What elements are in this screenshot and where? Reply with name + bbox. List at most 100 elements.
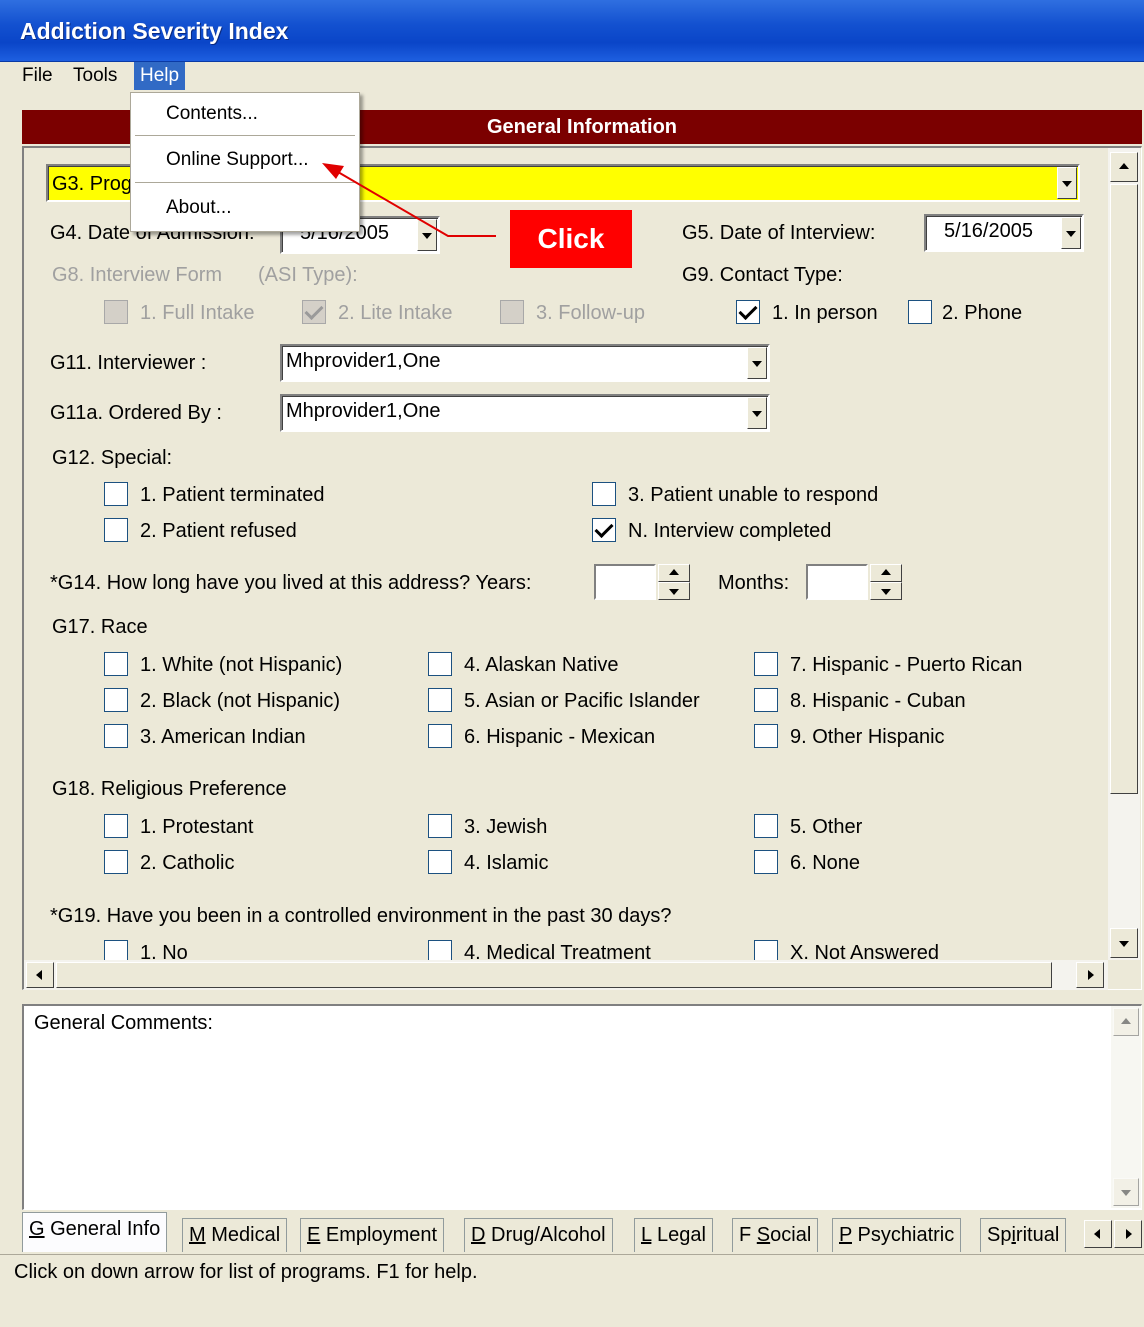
tab-drug-alcohol-key: D xyxy=(471,1224,486,1246)
tab-social[interactable]: F Social xyxy=(732,1218,819,1252)
months-spin-down[interactable] xyxy=(870,582,902,600)
g17-white-checkbox[interactable] xyxy=(104,652,128,676)
g17-mexican-checkbox[interactable] xyxy=(428,724,452,748)
arrow-right-icon xyxy=(1126,1229,1132,1239)
g18-other-checkbox[interactable] xyxy=(754,814,778,838)
arrow-down-icon xyxy=(1119,941,1129,947)
tab-medical[interactable]: M Medical xyxy=(182,1218,288,1252)
tab-psychiatric-key: P xyxy=(839,1224,852,1246)
g18-protestant-checkbox[interactable] xyxy=(104,814,128,838)
tab-general-info[interactable]: G General Info xyxy=(22,1212,168,1252)
months-input[interactable] xyxy=(806,564,868,600)
chevron-down-icon xyxy=(1062,181,1072,187)
arrow-down-icon xyxy=(1121,1190,1131,1196)
g8-full-intake-checkbox[interactable] xyxy=(104,300,128,324)
tab-psychiatric[interactable]: P Psychiatric xyxy=(832,1218,962,1252)
menu-separator xyxy=(135,135,355,136)
status-text: Click on down arrow for list of programs… xyxy=(14,1261,478,1283)
g17-black-checkbox[interactable] xyxy=(104,688,128,712)
chevron-down-icon xyxy=(752,361,762,367)
g17-asian-checkbox[interactable] xyxy=(428,688,452,712)
tab-spiritual[interactable]: Spiritual xyxy=(980,1218,1067,1252)
g8-follow-up-checkbox[interactable] xyxy=(500,300,524,324)
tab-psychiatric-label: Psychiatric xyxy=(851,1224,955,1246)
years-spin-down[interactable] xyxy=(658,582,690,600)
g12-patient-refused-checkbox[interactable] xyxy=(104,518,128,542)
g8-label: G8. Interview Form xyxy=(52,264,223,286)
interviewer-value: Mhprovider1,One xyxy=(286,350,441,372)
interview-date-picker[interactable]: 5/16/2005 xyxy=(924,214,1084,252)
ordered-by-combo[interactable]: Mhprovider1,One xyxy=(280,394,770,432)
tab-scroll-left[interactable] xyxy=(1084,1220,1112,1248)
menu-file[interactable]: File xyxy=(16,62,59,90)
arrow-up-icon xyxy=(1121,1018,1131,1024)
g17-alaskan-native-checkbox[interactable] xyxy=(428,652,452,676)
g12-label: G12. Special: xyxy=(52,447,173,469)
g9-in-person-checkbox[interactable] xyxy=(736,300,760,324)
tab-drug-alcohol[interactable]: D Drug/Alcohol xyxy=(464,1218,613,1252)
g17-cuban-checkbox[interactable] xyxy=(754,688,778,712)
comments-scrollbar[interactable] xyxy=(1111,1006,1141,1208)
g17-other-hispanic-checkbox[interactable] xyxy=(754,724,778,748)
click-callout: Click xyxy=(510,210,632,268)
tab-legal[interactable]: L Legal xyxy=(634,1218,713,1252)
menu-help[interactable]: Help xyxy=(134,62,186,90)
years-input[interactable] xyxy=(594,564,656,600)
comments-scroll-down[interactable] xyxy=(1113,1178,1139,1206)
menu-item-about[interactable]: About... xyxy=(166,197,232,219)
g12-patient-refused-label: 2. Patient refused xyxy=(140,520,297,542)
arrow-up-icon xyxy=(1119,163,1129,169)
g17-black-label: 2. Black (not Hispanic) xyxy=(140,690,341,712)
g18-catholic-checkbox[interactable] xyxy=(104,850,128,874)
tab-social-label: ocial xyxy=(770,1224,812,1246)
g9-label: G9. Contact Type: xyxy=(682,264,843,286)
g17-puerto-rican-checkbox[interactable] xyxy=(754,652,778,676)
menu-item-online-support[interactable]: Online Support... xyxy=(166,149,309,171)
interviewer-dropdown[interactable] xyxy=(747,347,767,379)
interview-date-dropdown[interactable] xyxy=(1061,217,1081,249)
comments-scroll-up[interactable] xyxy=(1113,1008,1139,1036)
g18-islamic-checkbox[interactable] xyxy=(428,850,452,874)
tab-scroll-right[interactable] xyxy=(1114,1220,1142,1248)
vertical-scrollbar[interactable] xyxy=(1108,148,1140,960)
g18-none-checkbox[interactable] xyxy=(754,850,778,874)
menu-tools[interactable]: Tools xyxy=(67,62,123,90)
tab-employment[interactable]: E Employment xyxy=(300,1218,445,1252)
g14-label: *G14. How long have you lived at this ad… xyxy=(50,572,532,594)
g8-lite-intake-checkbox[interactable] xyxy=(302,300,326,324)
scroll-down-button[interactable] xyxy=(1110,928,1138,958)
horizontal-scroll-thumb[interactable] xyxy=(56,962,1052,988)
g12-unable-to-respond-checkbox[interactable] xyxy=(592,482,616,506)
g17-american-indian-label: 3. American Indian xyxy=(140,726,306,748)
horizontal-scrollbar[interactable] xyxy=(24,960,1108,990)
g18-protestant-label: 1. Protestant xyxy=(140,816,254,838)
tab-medical-key: M xyxy=(189,1224,206,1246)
years-spin-up[interactable] xyxy=(658,564,690,582)
scroll-thumb[interactable] xyxy=(1110,184,1138,794)
scroll-left-button[interactable] xyxy=(26,962,54,988)
menu-item-contents[interactable]: Contents... xyxy=(166,103,258,125)
arrow-down-icon xyxy=(881,589,891,595)
general-comments-textarea[interactable]: General Comments: xyxy=(22,1004,1142,1210)
months-spin-up[interactable] xyxy=(870,564,902,582)
g17-mexican-label: 6. Hispanic - Mexican xyxy=(464,726,656,748)
program-dropdown-button[interactable] xyxy=(1057,167,1077,199)
ordered-by-dropdown[interactable] xyxy=(747,397,767,429)
interviewer-combo[interactable]: Mhprovider1,One xyxy=(280,344,770,382)
scroll-up-button[interactable] xyxy=(1110,152,1138,182)
admission-date-dropdown[interactable] xyxy=(417,219,437,251)
g12-patient-terminated-checkbox[interactable] xyxy=(104,482,128,506)
tab-drug-alcohol-label: Drug/Alcohol xyxy=(485,1224,606,1246)
g17-american-indian-checkbox[interactable] xyxy=(104,724,128,748)
window-title: Addiction Severity Index xyxy=(20,18,289,44)
chevron-down-icon xyxy=(422,233,432,239)
g12-interview-completed-checkbox[interactable] xyxy=(592,518,616,542)
g3-label: G3. Prog xyxy=(52,173,133,195)
scroll-right-button[interactable] xyxy=(1076,962,1104,988)
g8-full-intake-label: 1. Full Intake xyxy=(140,302,255,324)
g9-phone-checkbox[interactable] xyxy=(908,300,932,324)
title-bar: Addiction Severity Index xyxy=(0,0,1144,62)
g18-jewish-checkbox[interactable] xyxy=(428,814,452,838)
general-comments-label: General Comments: xyxy=(34,1012,213,1034)
g17-label: G17. Race xyxy=(52,616,148,638)
